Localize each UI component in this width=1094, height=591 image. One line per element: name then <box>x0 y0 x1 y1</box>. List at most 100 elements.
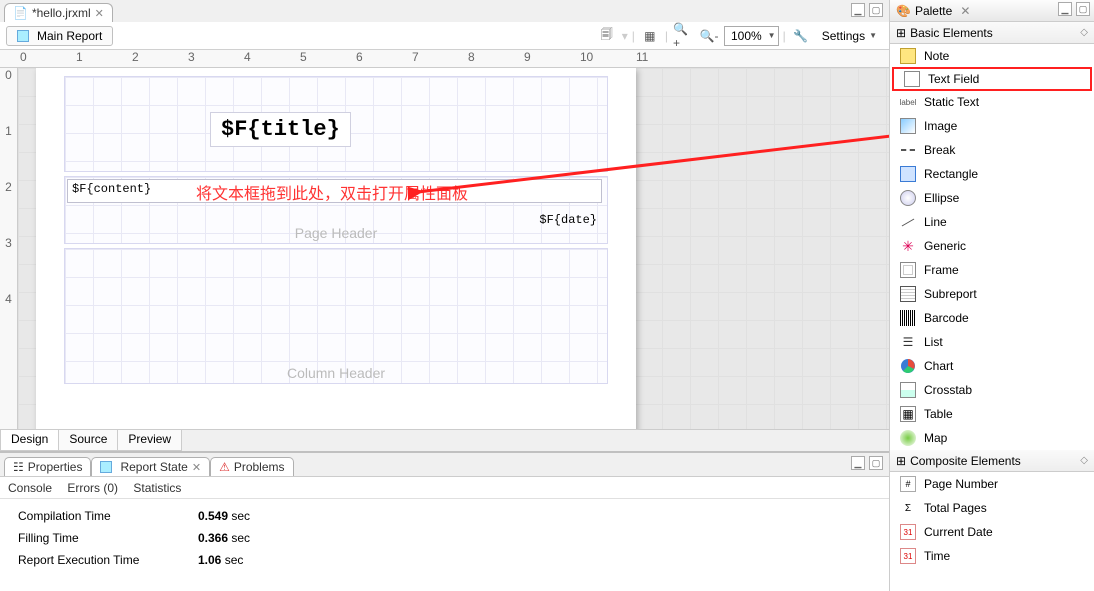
zoom-in-icon[interactable]: 🔍+ <box>672 25 694 47</box>
close-icon[interactable]: ✕ <box>960 4 970 18</box>
palette-item-rectangle[interactable]: Rectangle <box>890 162 1094 186</box>
bottom-subtabs: Console Errors (0) Statistics <box>0 477 889 499</box>
report-page: $F{title} $F{content} $F{date} Page Head… <box>36 68 636 429</box>
main-report-label: Main Report <box>37 29 102 43</box>
design-canvas[interactable]: $F{title} $F{content} $F{date} Page Head… <box>18 68 889 429</box>
tab-design[interactable]: Design <box>0 430 58 451</box>
palette-item-label: Break <box>924 143 955 157</box>
editor-tab[interactable]: 📄 *hello.jrxml ✕ <box>4 3 113 22</box>
chevron-icon: ◇ <box>1080 27 1088 38</box>
minimize-icon[interactable]: ▁ <box>851 456 865 470</box>
palette-item-label: Total Pages <box>924 501 987 515</box>
subtab-console[interactable]: Console <box>8 481 52 495</box>
close-icon[interactable]: ✕ <box>192 461 201 474</box>
palette-item-image[interactable]: Image <box>890 114 1094 138</box>
column-header-band[interactable]: Column Header <box>64 248 608 384</box>
title-band[interactable]: $F{title} <box>64 76 608 172</box>
tab-properties[interactable]: ☷Properties <box>4 457 91 476</box>
palette-item-label: Page Number <box>924 477 998 491</box>
chevron-down-icon: ▼ <box>869 31 877 40</box>
palette-item-barcode[interactable]: Barcode <box>890 306 1094 330</box>
palette-item-ellipse[interactable]: Ellipse <box>890 186 1094 210</box>
palette-title: Palette <box>915 4 952 18</box>
palette-item-label: Generic <box>924 239 966 253</box>
editor-toolbar: Main Report 🗐 ▾ | ▦ | 🔍+ 🔍- 100% ▼ | 🔧 S… <box>0 22 889 50</box>
palette-item-time[interactable]: 31Time <box>890 544 1094 568</box>
palette-item-current-date[interactable]: 31Current Date <box>890 520 1094 544</box>
maximize-icon[interactable]: ▢ <box>869 456 883 470</box>
drawer-icon: ⊞ <box>896 454 906 468</box>
subtab-statistics[interactable]: Statistics <box>133 481 181 495</box>
palette-item-generic[interactable]: ✳Generic <box>890 234 1094 258</box>
palette-item-label: Rectangle <box>924 167 978 181</box>
palette-item-static-text[interactable]: labelStatic Text <box>890 90 1094 114</box>
properties-icon: ☷ <box>13 460 24 474</box>
palette-item-label: Text Field <box>928 72 979 86</box>
band-label: Column Header <box>287 365 385 381</box>
palette-item-label: Subreport <box>924 287 977 301</box>
palette-item-label: Note <box>924 49 949 63</box>
zoom-value: 100% <box>731 29 762 43</box>
palette-item-crosstab[interactable]: Crosstab <box>890 378 1094 402</box>
stat-label: Compilation Time <box>18 509 198 523</box>
report-state-icon <box>100 461 112 473</box>
palette-header: 🎨 Palette ✕ ▁▢ <box>890 0 1094 22</box>
editor-tab-bar: 📄 *hello.jrxml ✕ ▁ ▢ <box>0 0 889 22</box>
chevron-down-icon: ▼ <box>768 31 776 40</box>
palette-item-list[interactable]: ☰List <box>890 330 1094 354</box>
palette-item-note[interactable]: Note <box>890 44 1094 68</box>
page-header-band[interactable]: $F{content} $F{date} Page Header <box>64 176 608 244</box>
palette-item-chart[interactable]: Chart <box>890 354 1094 378</box>
subtab-errors[interactable]: Errors (0) <box>67 481 118 495</box>
minimize-icon[interactable]: ▁ <box>851 3 865 17</box>
tab-report-state[interactable]: Report State✕ <box>91 457 210 476</box>
tab-preview[interactable]: Preview <box>117 430 182 451</box>
zoom-combo[interactable]: 100% ▼ <box>724 26 779 46</box>
palette-item-text-field[interactable]: Text Field <box>892 67 1092 91</box>
palette-item-label: Static Text <box>924 95 979 109</box>
palette-item-map[interactable]: Map <box>890 426 1094 450</box>
basic-elements-header[interactable]: ⊞ Basic Elements ◇ <box>890 22 1094 44</box>
main-report-button[interactable]: Main Report <box>6 26 113 46</box>
drawer-icon: ⊞ <box>896 26 906 40</box>
mode-tabs: Design Source Preview <box>0 429 889 451</box>
settings-button[interactable]: Settings ▼ <box>816 27 883 45</box>
palette-item-line[interactable]: Line <box>890 210 1094 234</box>
palette-item-subreport[interactable]: Subreport <box>890 282 1094 306</box>
palette-item-table[interactable]: ▦Table <box>890 402 1094 426</box>
settings-icon[interactable]: 🔧 <box>790 25 812 47</box>
chevron-icon: ◇ <box>1080 455 1088 466</box>
content-field[interactable]: $F{content} <box>67 179 602 203</box>
palette-item-label: Line <box>924 215 947 229</box>
grid-icon[interactable]: ▦ <box>639 25 661 47</box>
composite-elements-header[interactable]: ⊞ Composite Elements ◇ <box>890 450 1094 472</box>
stat-label: Report Execution Time <box>18 553 198 567</box>
palette-item-frame[interactable]: Frame <box>890 258 1094 282</box>
maximize-icon[interactable]: ▢ <box>1076 2 1090 16</box>
ruler-vertical: 0 1 2 3 4 <box>0 68 18 429</box>
date-field[interactable]: $F{date} <box>535 211 601 229</box>
composite-elements-list: #Page NumberΣTotal Pages31Current Date31… <box>890 472 1094 568</box>
palette-item-break[interactable]: Break <box>890 138 1094 162</box>
palette-item-label: Crosstab <box>924 383 972 397</box>
palette-item-label: Chart <box>924 359 953 373</box>
close-icon[interactable]: ✕ <box>95 7 104 20</box>
maximize-icon[interactable]: ▢ <box>869 3 883 17</box>
file-icon: 📄 <box>13 6 28 20</box>
problems-icon: ⚠ <box>219 460 230 474</box>
minimize-icon[interactable]: ▁ <box>1058 2 1072 16</box>
editor-tab-label: *hello.jrxml <box>32 6 91 20</box>
basic-elements-list: Note Text Field labelStatic TextImage Break… <box>890 44 1094 450</box>
tab-problems[interactable]: ⚠Problems <box>210 457 293 476</box>
palette-item-total-pages[interactable]: ΣTotal Pages <box>890 496 1094 520</box>
dataset-icon[interactable]: 🗐 <box>596 25 618 47</box>
zoom-out-icon[interactable]: 🔍- <box>698 25 720 47</box>
palette-item-label: List <box>924 335 943 349</box>
title-field[interactable]: $F{title} <box>210 112 351 147</box>
statistics-panel: Compilation Time0.549 sec Filling Time0.… <box>0 499 889 577</box>
palette-item-label: Barcode <box>924 311 969 325</box>
stat-value: 0.366 <box>198 531 228 545</box>
tab-source[interactable]: Source <box>58 430 117 451</box>
palette-item-page-number[interactable]: #Page Number <box>890 472 1094 496</box>
palette-item-label: Time <box>924 549 950 563</box>
